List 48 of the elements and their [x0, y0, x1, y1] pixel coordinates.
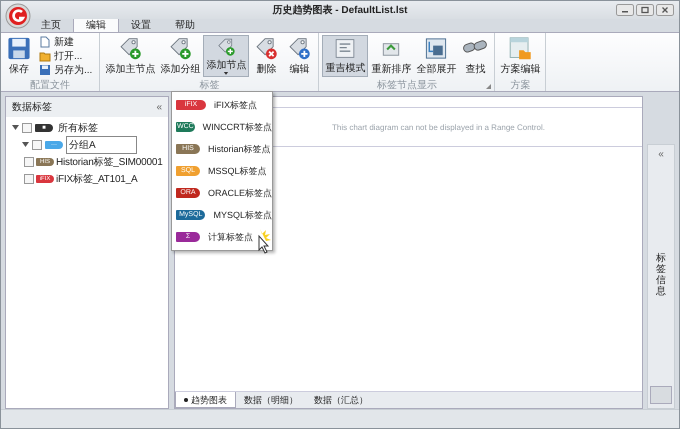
- group-label: 标签节点显示: [376, 78, 437, 92]
- checkbox[interactable]: [24, 156, 34, 166]
- tree-item[interactable]: 分组A: [66, 136, 137, 154]
- ribbon-tab[interactable]: 设置: [119, 19, 163, 32]
- ribbon-button[interactable]: 添加主节点: [103, 35, 158, 77]
- ribbon-button[interactable]: 全部展开: [414, 35, 458, 77]
- ribbon-button[interactable]: 重新排序: [369, 35, 414, 77]
- document-icon: [39, 36, 51, 48]
- ribbon-tab[interactable]: 主页: [29, 19, 73, 32]
- maximize-icon[interactable]: [636, 4, 654, 16]
- expander-icon[interactable]: [12, 124, 19, 131]
- panel-title: 数据标签: [12, 100, 52, 114]
- collapse-button[interactable]: «: [156, 102, 162, 112]
- ribbon-button[interactable]: 重吉模式: [322, 35, 368, 77]
- ribbon-button[interactable]: 编辑: [283, 35, 316, 77]
- view-tab[interactable]: 数据（汇总）: [306, 392, 376, 408]
- panel-title[interactable]: 标签信息: [656, 253, 666, 297]
- ribbon-tab[interactable]: 帮助: [163, 19, 207, 32]
- app-logo-icon[interactable]: [5, 3, 31, 29]
- tree-item[interactable]: Historian标签_SIM00001: [56, 154, 163, 170]
- ribbon-button[interactable]: 新建: [39, 35, 92, 48]
- tree-item[interactable]: 所有标签: [56, 120, 100, 136]
- close-icon[interactable]: [656, 4, 674, 16]
- ribbon-button[interactable]: 方案编辑: [498, 35, 542, 77]
- ribbon-button[interactable]: 打开...: [39, 49, 92, 62]
- expand-button[interactable]: «: [658, 145, 664, 164]
- bullet-icon: [184, 398, 188, 402]
- group-label: 方案: [510, 78, 530, 92]
- ribbon-button[interactable]: 另存为...: [39, 63, 92, 76]
- ribbon-button[interactable]: 保存: [4, 35, 34, 77]
- ribbon-button[interactable]: 删除: [250, 35, 282, 77]
- group-label: 标签: [199, 78, 220, 92]
- group-label: 配置文件: [30, 78, 70, 92]
- tree-item[interactable]: iFIX标签_AT101_A: [56, 170, 138, 186]
- ribbon-button[interactable]: 添加节点: [203, 35, 250, 77]
- checkbox[interactable]: [22, 122, 32, 132]
- checkbox[interactable]: [32, 140, 42, 150]
- minimize-icon[interactable]: [616, 4, 634, 16]
- view-tab[interactable]: 数据（明细）: [236, 392, 306, 408]
- view-tab[interactable]: 趋势图表: [175, 392, 236, 408]
- checkbox[interactable]: [24, 174, 34, 184]
- ribbon-button[interactable]: 查找: [459, 35, 492, 77]
- ribbon-button[interactable]: 添加分组: [158, 35, 202, 77]
- expander-icon[interactable]: [22, 141, 29, 148]
- ribbon-tab[interactable]: 编辑: [73, 18, 119, 32]
- window-title: 历史趋势图表 - DefaultList.lst: [272, 4, 408, 17]
- folder-icon: [39, 50, 51, 62]
- dialog-launcher-icon[interactable]: [486, 84, 492, 89]
